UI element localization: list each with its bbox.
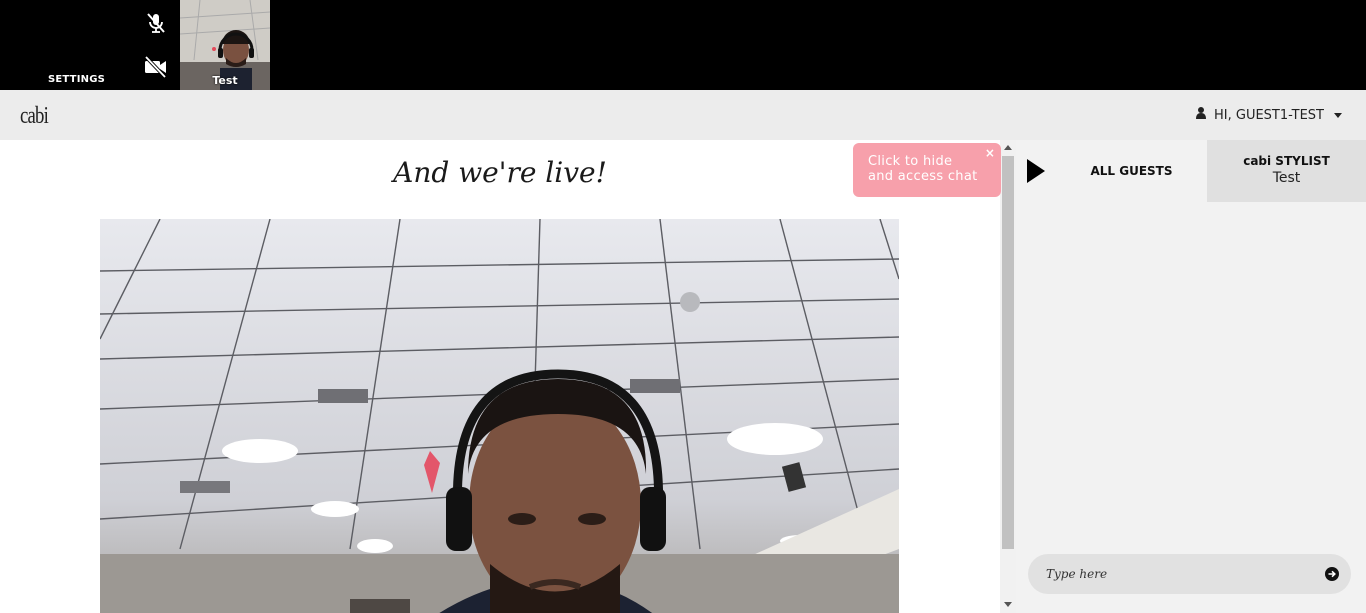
chat-message-input[interactable] bbox=[1046, 564, 1306, 584]
tab-stylist-name: Test bbox=[1272, 170, 1301, 186]
self-view-label: Test bbox=[212, 74, 238, 87]
scrollbar-thumb[interactable] bbox=[1002, 156, 1014, 549]
chat-panel: ALL GUESTS cabi STYLIST Test bbox=[1016, 140, 1366, 613]
user-greeting: HI, GUEST1-TEST bbox=[1214, 107, 1324, 123]
settings-button[interactable]: SETTINGS bbox=[48, 74, 105, 85]
user-icon bbox=[1196, 107, 1206, 123]
scroll-up-arrow-icon[interactable] bbox=[1004, 145, 1012, 150]
play-arrow-icon[interactable] bbox=[1027, 159, 1045, 183]
mic-muted-icon[interactable] bbox=[143, 10, 169, 36]
tab-all-guests[interactable]: ALL GUESTS bbox=[1056, 140, 1207, 202]
scroll-down-arrow-icon[interactable] bbox=[1004, 602, 1012, 607]
live-stage: And we're live! bbox=[0, 140, 1000, 613]
live-video-image bbox=[100, 219, 899, 613]
self-view-thumbnail[interactable]: Test bbox=[180, 0, 270, 90]
tab-cabi-stylist[interactable]: cabi STYLIST Test bbox=[1207, 140, 1366, 202]
live-video-feed[interactable] bbox=[100, 219, 899, 613]
page-title: And we're live! bbox=[393, 156, 607, 189]
camera-off-icon[interactable] bbox=[143, 54, 169, 80]
user-menu-dropdown[interactable]: HI, GUEST1-TEST bbox=[1196, 107, 1342, 123]
arrow-circle-right-icon[interactable] bbox=[1325, 567, 1339, 581]
chat-input-container bbox=[1028, 554, 1351, 594]
hide-chat-tooltip[interactable]: Click to hide and access chat × bbox=[853, 143, 1001, 197]
stage-scrollbar[interactable] bbox=[1000, 140, 1016, 613]
site-header: cabi HI, GUEST1-TEST bbox=[0, 90, 1366, 140]
tooltip-line-2: and access chat bbox=[868, 169, 978, 184]
video-control-bar: SETTINGS Test bbox=[0, 0, 1366, 90]
close-icon[interactable]: × bbox=[984, 147, 996, 159]
tooltip-line-1: Click to hide bbox=[868, 154, 953, 169]
chevron-down-icon bbox=[1334, 112, 1342, 118]
tab-stylist-title: cabi STYLIST bbox=[1243, 154, 1330, 168]
cabi-logo[interactable]: cabi bbox=[20, 103, 49, 130]
